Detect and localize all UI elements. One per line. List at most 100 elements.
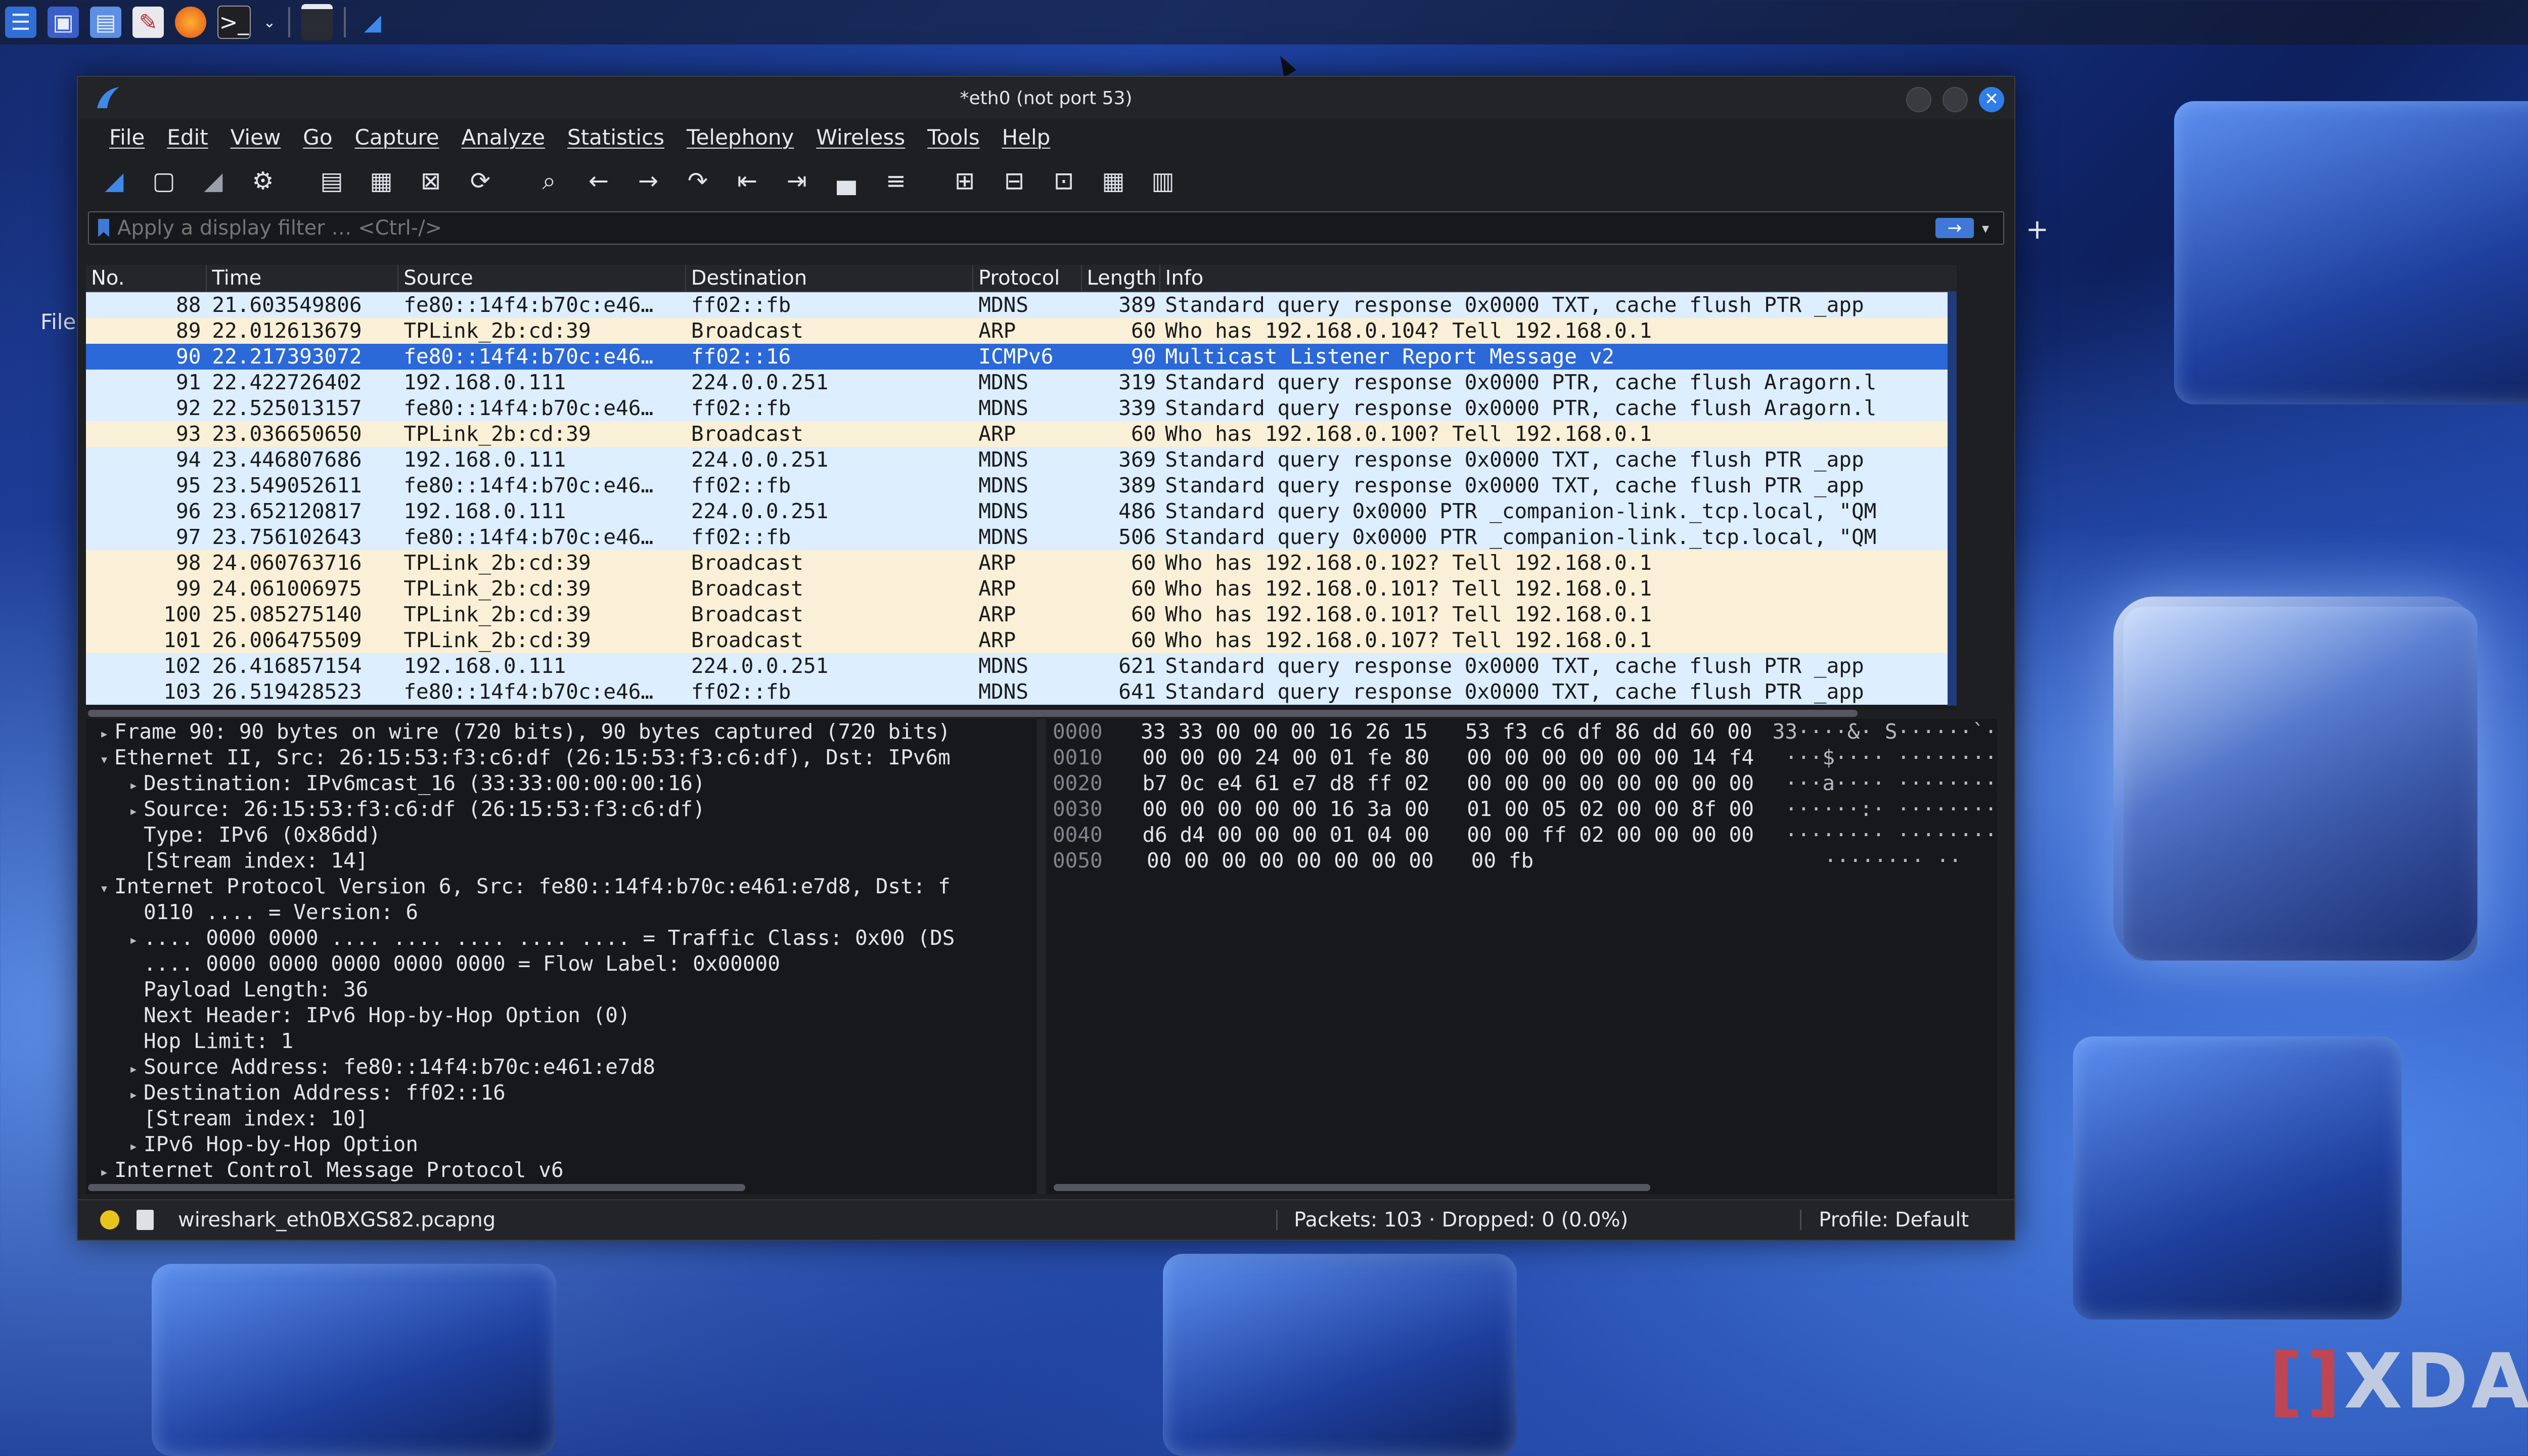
open-file-icon[interactable]: ▤ <box>312 162 351 200</box>
packet-row[interactable]: 90 22.217393072 fe80::14f4:b70c:e46… ff02::… <box>86 344 1957 370</box>
minimize-button[interactable] <box>1906 87 1931 112</box>
column-header-protocol[interactable]: Protocol <box>973 265 1082 291</box>
detail-tree-item[interactable]: Hop Limit: 1 <box>86 1028 1036 1054</box>
detail-tree-item[interactable]: ▸ IPv6 Hop-by-Hop Option <box>86 1131 1036 1157</box>
packet-row[interactable]: 91 22.422726402 192.168.0.111 224.0.0.251 MD… <box>86 370 1957 395</box>
apply-filter-button[interactable]: → <box>1935 218 1974 238</box>
packet-list-scrollbar[interactable] <box>1948 291 1957 706</box>
packet-row[interactable]: 93 23.036650650 TPLink_2b:cd:39 Broadcast AR… <box>86 421 1957 447</box>
text-editor-icon[interactable]: ✎ <box>132 7 164 38</box>
kde-menu-icon[interactable]: ☰ <box>5 7 36 38</box>
packet-row[interactable]: 100 25.085275140 TPLink_2b:cd:39 Broadcast A… <box>86 602 1957 627</box>
packet-row[interactable]: 103 26.519428523 fe80::14f4:b70c:e46… ff02:… <box>86 679 1957 705</box>
packet-row[interactable]: 88 21.603549806 fe80::14f4:b70c:e46… ff02::… <box>86 292 1957 318</box>
auto-scroll-icon[interactable]: ▄ <box>827 162 866 200</box>
window-icon[interactable] <box>301 4 333 40</box>
collapsed-arrow-icon[interactable]: ▸ <box>123 927 144 953</box>
desktop-icon[interactable]: ▣ <box>48 7 79 38</box>
pane-splitter[interactable] <box>1037 719 1046 1194</box>
packet-row[interactable]: 92 22.525013157 fe80::14f4:b70c:e46… ff02::… <box>86 395 1957 421</box>
collapsed-arrow-icon[interactable]: ▸ <box>94 721 114 747</box>
chevron-down-icon[interactable]: ⌄ <box>262 7 277 38</box>
packet-bytes-pane[interactable]: 0000 33 33 00 00 00 16 26 15 53 f3 c6 df … <box>1047 719 1997 1194</box>
detail-tree-item[interactable]: [Stream index: 10] <box>86 1106 1036 1131</box>
menu-view[interactable]: View <box>219 125 292 150</box>
menu-statistics[interactable]: Statistics <box>556 125 675 150</box>
packet-details-pane[interactable]: ▸ Frame 90: 90 bytes on wire (720 bits), … <box>86 719 1036 1194</box>
packet-list-hscrollbar[interactable] <box>88 710 1858 717</box>
normal-size-icon[interactable]: ⊡ <box>1045 162 1083 200</box>
packet-row[interactable]: 102 26.416857154 192.168.0.111 224.0.0.251 M… <box>86 653 1957 679</box>
detail-tree-item[interactable]: .... 0000 0000 0000 0000 0000 = Flow Lab… <box>86 951 1036 977</box>
bytes-hscrollbar[interactable] <box>1054 1184 1650 1191</box>
packet-row[interactable]: 96 23.652120817 192.168.0.111 224.0.0.251 MD… <box>86 498 1957 524</box>
collapsed-arrow-icon[interactable]: ▸ <box>123 772 144 798</box>
column-header-length[interactable]: Length <box>1082 265 1160 291</box>
title-bar[interactable]: *eth0 (not port 53) ✕ <box>78 77 2014 119</box>
detail-tree-item[interactable]: ▸ Frame 90: 90 bytes on wire (720 bits), … <box>86 719 1036 745</box>
resize-columns-icon[interactable]: ▦ <box>1094 162 1133 200</box>
expanded-arrow-icon[interactable]: ▾ <box>94 747 114 772</box>
expanded-arrow-icon[interactable]: ▾ <box>94 876 114 901</box>
start-capture-icon[interactable]: ◢ <box>95 162 133 200</box>
close-file-icon[interactable]: ⊠ <box>412 162 450 200</box>
packet-row[interactable]: 89 22.012613679 TPLink_2b:cd:39 Broadcast AR… <box>86 318 1957 344</box>
collapsed-arrow-icon[interactable]: ▸ <box>123 1133 144 1159</box>
file-manager-icon[interactable]: ▤ <box>90 7 121 38</box>
packet-row[interactable]: 95 23.549052611 fe80::14f4:b70c:e46… ff02::… <box>86 473 1957 498</box>
menu-go[interactable]: Go <box>292 125 343 150</box>
packet-row[interactable]: 99 24.061006975 TPLink_2b:cd:39 Broadcast AR… <box>86 576 1957 602</box>
display-filter-input[interactable] <box>113 216 1935 240</box>
detail-tree-item[interactable]: ▸.... 0000 0000 .... .... .... .... ....… <box>86 925 1036 951</box>
hex-row[interactable]: 0050 00 00 00 00 00 00 00 00 00 fb ·······… <box>1047 848 1997 874</box>
packet-row[interactable]: 98 24.060763716 TPLink_2b:cd:39 Broadcast AR… <box>86 550 1957 576</box>
colorize-icon[interactable]: ≡ <box>877 162 915 200</box>
go-back-icon[interactable]: ← <box>579 162 618 200</box>
terminal-icon[interactable]: >_ <box>217 6 251 39</box>
add-filter-button[interactable]: + <box>2026 213 2049 245</box>
packet-row[interactable]: 94 23.446807686 192.168.0.111 224.0.0.251 MD… <box>86 447 1957 473</box>
details-hscrollbar[interactable] <box>88 1184 745 1191</box>
zoom-in-icon[interactable]: ⊞ <box>945 162 984 200</box>
hex-row[interactable]: 0040 d6 d4 00 00 00 01 04 00 00 00 ff 02 … <box>1047 822 1997 848</box>
column-header-destination[interactable]: Destination <box>686 265 974 291</box>
detail-tree-item[interactable]: ▸ Destination Address: ff02::16 <box>86 1080 1036 1106</box>
detail-tree-item[interactable]: ▸ Internet Control Message Protocol v6 <box>86 1157 1036 1183</box>
detail-tree-item[interactable]: Type: IPv6 (0x86dd) <box>86 822 1036 848</box>
firefox-icon[interactable] <box>175 7 206 38</box>
profile-selector[interactable]: Profile: Default <box>1819 1208 1969 1232</box>
column-header-no[interactable]: No. <box>86 265 207 291</box>
first-packet-icon[interactable]: ⇤ <box>728 162 766 200</box>
column-header-source[interactable]: Source <box>398 265 686 291</box>
expert-info-status-icon[interactable] <box>100 1210 119 1230</box>
hex-row[interactable]: 0020 b7 0c e4 61 e7 d8 ff 02 00 00 00 00 … <box>1047 770 1997 796</box>
capture-options-icon[interactable]: ⚙ <box>244 162 282 200</box>
column-header-time[interactable]: Time <box>207 265 399 291</box>
menu-analyze[interactable]: Analyze <box>450 125 557 150</box>
column-prefs-icon[interactable]: ▥ <box>1144 162 1182 200</box>
zoom-out-icon[interactable]: ⊟ <box>995 162 1033 200</box>
detail-tree-item[interactable]: ▾ Ethernet II, Src: 26:15:53:f3:c6:df (26… <box>86 745 1036 770</box>
reload-file-icon[interactable]: ⟳ <box>461 162 500 200</box>
menu-help[interactable]: Help <box>991 125 1062 150</box>
desktop-file-label[interactable]: File <box>40 309 76 334</box>
packet-list[interactable]: No. Time Source Destination Protocol Len… <box>86 265 1957 710</box>
menu-wireless[interactable]: Wireless <box>805 125 916 150</box>
menu-file[interactable]: File <box>98 125 156 150</box>
bookmark-icon[interactable] <box>94 216 113 240</box>
menu-telephony[interactable]: Telephony <box>675 125 805 150</box>
detail-tree-item[interactable]: [Stream index: 14] <box>86 848 1036 874</box>
filter-history-chevron-icon[interactable]: ▾ <box>1978 220 1993 237</box>
menu-capture[interactable]: Capture <box>344 125 450 150</box>
collapsed-arrow-icon[interactable]: ▸ <box>123 1056 144 1082</box>
close-button[interactable]: ✕ <box>1979 87 2004 112</box>
find-packet-icon[interactable]: ⌕ <box>530 162 568 200</box>
detail-tree-item[interactable]: Next Header: IPv6 Hop-by-Hop Option (0) <box>86 1003 1036 1028</box>
hex-row[interactable]: 0010 00 00 00 24 00 01 fe 80 00 00 00 00 … <box>1047 745 1997 770</box>
hex-row[interactable]: 0000 33 33 00 00 00 16 26 15 53 f3 c6 df … <box>1047 719 1997 745</box>
maximize-button[interactable] <box>1943 87 1968 112</box>
stop-capture-icon[interactable]: ▢ <box>145 162 183 200</box>
menu-edit[interactable]: Edit <box>156 125 219 150</box>
go-to-packet-icon[interactable]: ↷ <box>679 162 717 200</box>
detail-tree-item[interactable]: ▸ Source: 26:15:53:f3:c6:df (26:15:53:f3:… <box>86 796 1036 822</box>
